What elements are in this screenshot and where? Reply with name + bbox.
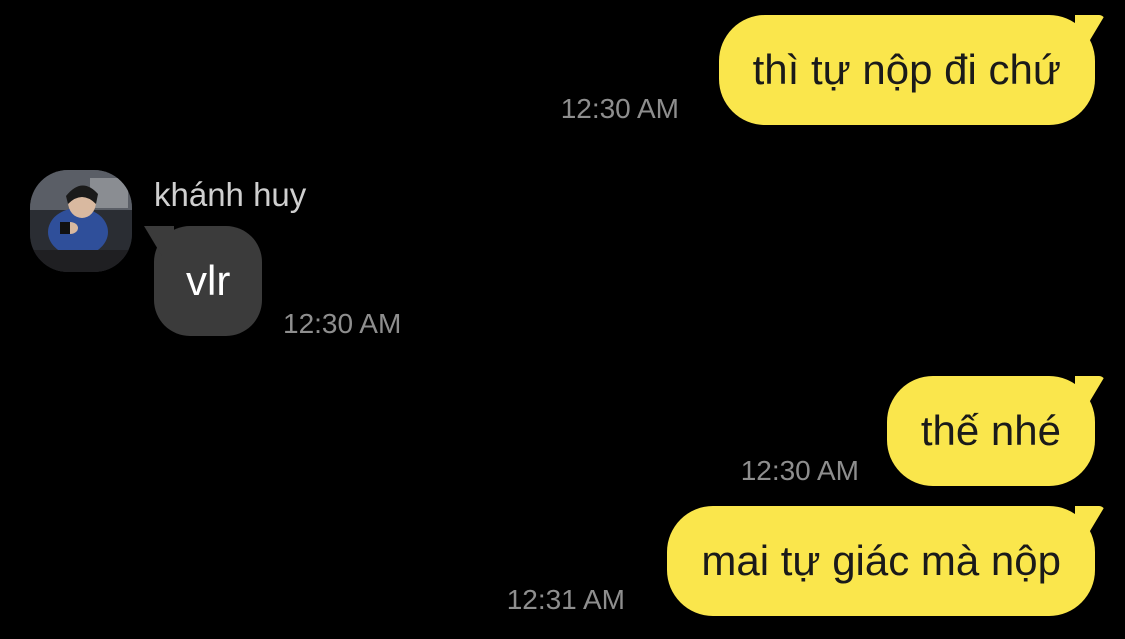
- message-text: mai tự giác mà nộp: [701, 537, 1061, 584]
- incoming-message-bubble[interactable]: vlr: [154, 226, 263, 336]
- message-timestamp: 12:31 AM: [506, 584, 625, 615]
- message-text: vlr: [186, 257, 231, 304]
- outgoing-message-bubble[interactable]: thì tự nộp đi chứ: [718, 15, 1095, 125]
- outgoing-message-bubble[interactable]: thế nhé: [886, 376, 1095, 486]
- message-text: thì tự nộp đi chứ: [752, 46, 1061, 93]
- user-photo-avatar-icon: [30, 170, 132, 272]
- message-timestamp: 12:30 AM: [560, 93, 679, 124]
- message-timestamp: 12:30 AM: [740, 455, 859, 486]
- sender-avatar[interactable]: [30, 170, 132, 272]
- message-text: thế nhé: [920, 407, 1061, 454]
- outgoing-message-bubble[interactable]: mai tự giác mà nộp: [667, 506, 1095, 616]
- sender-name: khánh huy: [154, 176, 307, 213]
- message-timestamp: 12:30 AM: [283, 308, 402, 339]
- chat-thread[interactable]: thì tự nộp đi chứ 12:30 AM khánh huy vlr…: [0, 0, 1125, 639]
